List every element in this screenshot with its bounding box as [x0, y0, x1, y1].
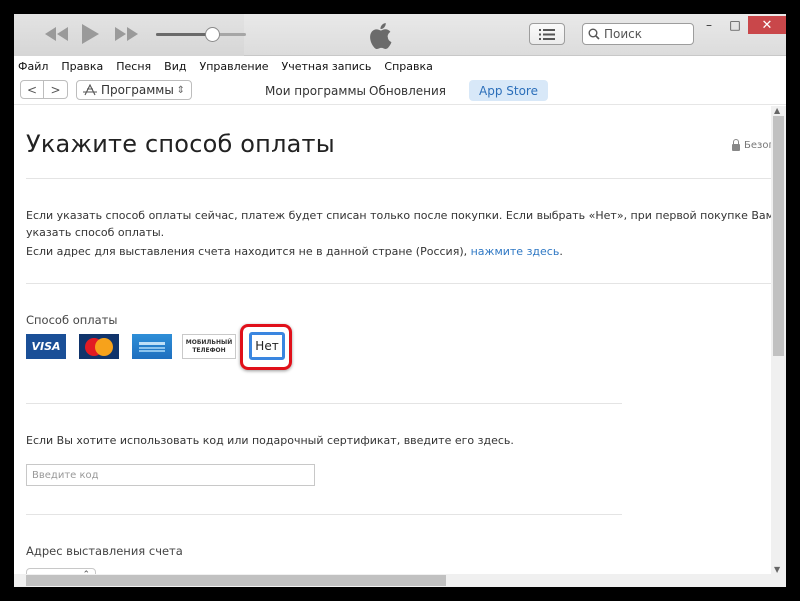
payment-option-amex[interactable] [132, 334, 172, 359]
list-view-button[interactable] [529, 23, 565, 45]
divider [26, 178, 771, 179]
vertical-scrollbar[interactable]: ▲ ▼ [771, 106, 786, 574]
tab-updates[interactable]: Обновления [359, 80, 456, 101]
menu-edit[interactable]: Правка [61, 60, 103, 73]
back-button[interactable]: < [20, 80, 44, 99]
apple-logo [368, 22, 392, 54]
volume-knob[interactable] [204, 27, 220, 42]
menu-view[interactable]: Вид [164, 60, 186, 73]
mobile-phone-line1: МОБИЛЬНЫЙ [185, 338, 233, 346]
divider [26, 283, 771, 284]
menu-song[interactable]: Песня [116, 60, 151, 73]
horizontal-scrollbar[interactable] [14, 574, 786, 587]
chevron-left-icon: < [26, 82, 38, 97]
country-text-body: Если адрес для выставления счета находит… [26, 245, 471, 258]
search-placeholder: Поиск [604, 27, 643, 41]
maximize-button[interactable]: □ [722, 16, 748, 34]
secure-text: Безопа [744, 140, 771, 151]
forward-nav-button[interactable]: > [44, 80, 68, 99]
tab-label: App Store [479, 83, 538, 98]
vertical-scroll-thumb[interactable] [773, 116, 784, 356]
payment-option-none[interactable]: Нет [249, 332, 285, 360]
minimize-button[interactable]: – [696, 16, 722, 34]
rewind-button[interactable] [44, 26, 70, 42]
menu-bar: Файл Правка Песня Вид Управление Учетная… [14, 57, 786, 75]
rewind-icon [45, 27, 68, 41]
media-kind-select[interactable]: Программы ⇕ [76, 80, 192, 100]
tab-label: Мои программы [265, 83, 366, 98]
itunes-window: Поиск – □ ✕ Файл Правка Песня Вид Управл… [14, 14, 786, 587]
intro-text-line2: указать способ оплаты. [26, 226, 165, 239]
tab-my-apps[interactable]: Мои программы [255, 80, 376, 101]
menu-help[interactable]: Справка [384, 60, 432, 73]
close-icon: ✕ [761, 17, 773, 33]
menu-file[interactable]: Файл [18, 60, 48, 73]
payment-option-visa[interactable]: VISA [26, 334, 66, 359]
fast-forward-icon [115, 27, 138, 41]
payment-option-mobile-phone[interactable]: МОБИЛЬНЫЙ ТЕЛЕФОН [182, 334, 236, 359]
menu-account[interactable]: Учетная запись [282, 60, 372, 73]
player-toolbar: Поиск – □ ✕ [14, 14, 786, 56]
payment-method-label: Способ оплаты [26, 313, 118, 327]
divider [26, 514, 622, 515]
country-text-end: . [559, 245, 563, 258]
search-icon [588, 28, 600, 40]
media-kind-label: Программы [101, 83, 174, 97]
page-title: Укажите способ оплаты [26, 130, 335, 158]
volume-slider[interactable] [156, 33, 246, 36]
tab-app-store[interactable]: App Store [469, 80, 548, 101]
chevron-updown-icon: ⇕ [176, 84, 185, 96]
change-country-link[interactable]: нажмите здесь [471, 245, 560, 258]
apple-icon [370, 23, 392, 50]
maximize-icon: □ [729, 18, 741, 32]
chevron-right-icon: > [50, 82, 61, 97]
code-prompt: Если Вы хотите использовать код или пода… [26, 434, 514, 447]
minimize-icon: – [706, 18, 712, 32]
amex-logo-icon [139, 341, 165, 352]
play-icon [82, 24, 99, 44]
navigation-bar: < > Программы ⇕ Мои программы Обновления… [14, 75, 786, 105]
play-button[interactable] [80, 23, 100, 45]
lock-icon [732, 138, 740, 151]
billing-address-label: Адрес выставления счета [26, 544, 183, 558]
none-label: Нет [255, 339, 279, 353]
secure-connection-label: Безопа [732, 138, 771, 151]
menu-controls[interactable]: Управление [199, 60, 268, 73]
close-button[interactable]: ✕ [748, 16, 786, 34]
volume-fill [156, 33, 212, 36]
visa-logo: VISA [31, 340, 61, 353]
code-placeholder: Введите код [32, 469, 99, 481]
highlight-annotation: Нет [240, 324, 292, 370]
payment-page: Укажите способ оплаты Безопа Если указат… [14, 106, 771, 574]
divider [26, 403, 622, 404]
redeem-code-input[interactable]: Введите код [26, 464, 315, 486]
forward-button[interactable] [114, 26, 140, 42]
country-text: Если адрес для выставления счета находит… [26, 245, 563, 258]
horizontal-scroll-thumb[interactable] [26, 575, 446, 586]
mastercard-logo-icon [85, 337, 113, 356]
list-icon [539, 28, 555, 40]
scroll-up-icon[interactable]: ▲ [774, 106, 780, 115]
search-input[interactable]: Поиск [582, 23, 694, 45]
scroll-down-icon[interactable]: ▼ [774, 565, 780, 574]
app-store-icon [83, 84, 97, 96]
intro-text-line1: Если указать способ оплаты сейчас, плате… [26, 209, 771, 222]
payment-option-mastercard[interactable] [79, 334, 119, 359]
tab-label: Обновления [369, 83, 447, 98]
mobile-phone-line2: ТЕЛЕФОН [192, 346, 226, 354]
